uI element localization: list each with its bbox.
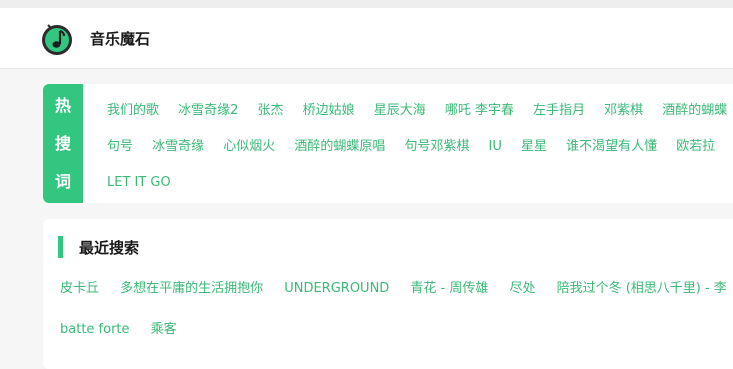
- recent-search-item[interactable]: 多想在平庸的生活拥抱你: [120, 280, 263, 298]
- hot-search-label-char: 搜: [54, 134, 71, 153]
- recent-search-item[interactable]: 皮卡丘: [60, 280, 99, 298]
- hot-search-item[interactable]: 句号: [107, 138, 133, 156]
- hot-search-list: 我们的歌 冰雪奇缘2 张杰 桥边姑娘 星辰大海 哪吒 李宇春 左手指月 邓紫棋 …: [107, 96, 733, 203]
- app-title: 音乐魔石: [90, 30, 151, 48]
- hot-search-item[interactable]: 哪吒 李宇春: [445, 102, 514, 120]
- recent-search-item[interactable]: 尽处: [509, 280, 535, 298]
- hot-search-item[interactable]: 欧若拉: [676, 138, 715, 156]
- hot-search-item[interactable]: 张杰: [257, 102, 283, 120]
- hot-search-item[interactable]: 酒醉的蝴蝶原唱: [294, 138, 385, 156]
- hot-search-item[interactable]: 我们的歌: [107, 102, 159, 120]
- recent-search-panel: 最近搜索 皮卡丘 多想在平庸的生活拥抱你 UNDERGROUND 青花 - 周传…: [43, 219, 733, 369]
- hot-search-panel: 热 搜 词 我们的歌 冰雪奇缘2 张杰 桥边姑娘 星辰大海 哪吒 李宇春 左手指…: [43, 84, 733, 203]
- recent-search-item[interactable]: UNDERGROUND: [284, 280, 389, 298]
- music-note-icon[interactable]: [40, 22, 74, 56]
- hot-search-item[interactable]: 桥边姑娘: [303, 102, 355, 120]
- hot-search-label-char: 热: [54, 96, 71, 115]
- hot-search-label: 热 搜 词: [43, 84, 83, 203]
- top-strip: [0, 0, 733, 8]
- hot-search-item[interactable]: 冰雪奇缘: [152, 138, 204, 156]
- recent-search-title: 最近搜索: [79, 239, 140, 257]
- recent-search-item[interactable]: batte forte: [60, 321, 130, 339]
- hot-search-item[interactable]: 邓紫棋: [604, 102, 643, 120]
- hot-search-item[interactable]: 左手指月: [533, 102, 585, 120]
- recent-search-accent-bar: [58, 236, 63, 258]
- hot-search-item[interactable]: 星星: [521, 138, 547, 156]
- recent-search-item[interactable]: 乘客: [151, 321, 177, 339]
- hot-search-item[interactable]: 冰雪奇缘2: [178, 102, 238, 120]
- recent-search-list: 皮卡丘 多想在平庸的生活拥抱你 UNDERGROUND 青花 - 周传雄 尽处 …: [60, 277, 733, 367]
- hot-search-item[interactable]: IU: [489, 138, 502, 156]
- recent-search-item[interactable]: 青花 - 周传雄: [410, 280, 488, 298]
- recent-search-item[interactable]: 陪我过个冬 (相思八千里) - 李: [557, 280, 727, 298]
- app-header: 音乐魔石: [0, 8, 733, 69]
- hot-search-item[interactable]: 句号邓紫棋: [404, 138, 469, 156]
- hot-search-item[interactable]: 心似烟火: [223, 138, 275, 156]
- hot-search-item[interactable]: 酒醉的蝴蝶: [662, 102, 727, 120]
- hot-search-item[interactable]: 星辰大海: [374, 102, 426, 120]
- hot-search-label-char: 词: [54, 172, 71, 191]
- hot-search-item[interactable]: 谁不渴望有人懂: [566, 138, 657, 156]
- hot-search-item[interactable]: LET IT GO: [107, 174, 171, 192]
